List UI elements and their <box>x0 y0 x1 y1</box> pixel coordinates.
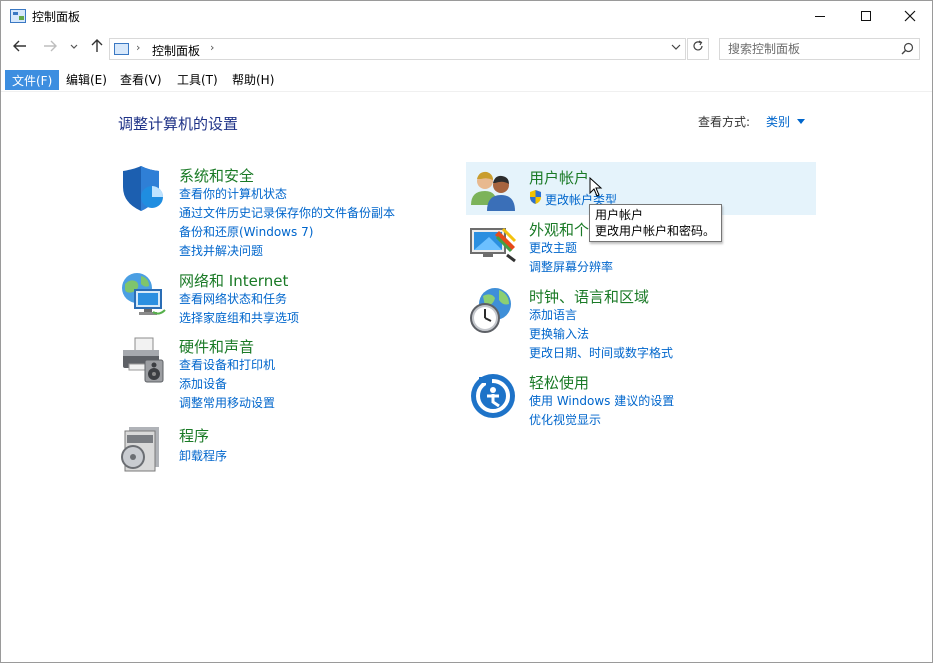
control-panel-window: 控制面板 › 控制面板 › 搜索控制面板 文件(F) 编辑(E) 查看(V) 工… <box>0 0 933 663</box>
address-dropdown-button[interactable] <box>671 41 681 54</box>
category-title[interactable]: 程序 <box>179 425 209 446</box>
link-view-computer-status[interactable]: 查看你的计算机状态 <box>179 185 287 202</box>
menu-file[interactable]: 文件(F) <box>5 70 60 90</box>
link-add-language[interactable]: 添加语言 <box>529 306 577 323</box>
category-title[interactable]: 外观和个 <box>529 219 589 240</box>
category-title[interactable]: 系统和安全 <box>179 165 254 186</box>
menu-view[interactable]: 查看(V) <box>114 70 168 90</box>
category-title[interactable]: 轻松使用 <box>529 372 589 393</box>
link-troubleshoot[interactable]: 查找并解决问题 <box>179 242 263 259</box>
menu-tools[interactable]: 工具(T) <box>171 70 224 90</box>
link-change-theme[interactable]: 更改主题 <box>529 239 577 256</box>
tooltip: 用户帐户 更改用户帐户和密码。 <box>589 204 722 242</box>
address-box[interactable]: › 控制面板 › <box>109 38 686 60</box>
printer-icon[interactable] <box>119 336 167 384</box>
back-arrow-icon <box>13 40 26 52</box>
link-network-status[interactable]: 查看网络状态和任务 <box>179 290 287 307</box>
view-by-label: 查看方式: <box>698 115 751 129</box>
forward-arrow-icon <box>44 40 57 52</box>
uac-shield-icon <box>530 190 541 204</box>
tooltip-title: 用户帐户 <box>595 208 644 222</box>
ease-of-access-icon[interactable] <box>469 372 517 420</box>
dropdown-caret-icon[interactable] <box>797 119 805 124</box>
recent-locations-button[interactable] <box>65 39 83 57</box>
close-button[interactable] <box>887 1 933 31</box>
search-input[interactable] <box>720 39 900 59</box>
menu-bar: 文件(F) 编辑(E) 查看(V) 工具(T) 帮助(H) <box>1 68 932 92</box>
link-uninstall-program[interactable]: 卸载程序 <box>179 447 227 464</box>
back-button[interactable] <box>11 39 29 57</box>
mouse-cursor-icon <box>589 177 603 197</box>
control-panel-icon <box>114 43 129 55</box>
link-backup-restore[interactable]: 备份和还原(Windows 7) <box>179 223 313 240</box>
category-title[interactable]: 时钟、语言和区域 <box>529 286 649 307</box>
address-bar-row: › 控制面板 › <box>1 33 932 63</box>
forward-button[interactable] <box>41 39 59 57</box>
link-homegroup-sharing[interactable]: 选择家庭组和共享选项 <box>179 309 299 326</box>
up-arrow-icon <box>91 39 103 52</box>
clock-globe-icon[interactable] <box>469 286 517 334</box>
link-optimize-visual-display[interactable]: 优化视觉显示 <box>529 411 601 428</box>
link-file-history-backup[interactable]: 通过文件历史记录保存你的文件备份副本 <box>179 204 395 221</box>
minimize-icon <box>815 15 825 17</box>
category-title[interactable]: 用户帐户 <box>529 167 589 188</box>
refresh-button[interactable] <box>687 38 709 60</box>
refresh-icon <box>693 40 703 51</box>
link-devices-printers[interactable]: 查看设备和打印机 <box>179 356 275 373</box>
title-bar[interactable]: 控制面板 <box>1 1 932 31</box>
programs-disc-icon[interactable] <box>119 425 167 473</box>
menu-edit[interactable]: 编辑(E) <box>60 70 113 90</box>
maximize-button[interactable] <box>843 1 889 31</box>
link-screen-resolution[interactable]: 调整屏幕分辨率 <box>529 258 613 275</box>
tooltip-description: 更改用户帐户和密码。 <box>595 224 716 238</box>
link-date-time-format[interactable]: 更改日期、时间或数字格式 <box>529 344 673 361</box>
close-icon <box>904 10 916 22</box>
category-title[interactable]: 网络和 Internet <box>179 270 288 291</box>
appearance-monitor-icon[interactable] <box>469 219 517 267</box>
view-by-dropdown[interactable]: 类别 <box>766 113 790 130</box>
breadcrumb-separator-icon[interactable]: › <box>210 41 214 54</box>
maximize-icon <box>861 11 871 21</box>
breadcrumb-control-panel[interactable]: 控制面板 <box>152 42 200 59</box>
network-globe-icon[interactable] <box>119 270 167 318</box>
window-title: 控制面板 <box>32 10 81 24</box>
menu-help[interactable]: 帮助(H) <box>226 70 280 90</box>
category-title[interactable]: 硬件和声音 <box>179 336 254 357</box>
control-panel-icon <box>10 9 26 23</box>
breadcrumb-separator-icon[interactable]: › <box>136 41 140 54</box>
link-windows-recommended-settings[interactable]: 使用 Windows 建议的设置 <box>529 392 674 409</box>
minimize-button[interactable] <box>797 1 843 31</box>
link-add-device[interactable]: 添加设备 <box>179 375 227 392</box>
chevron-down-icon <box>671 44 681 50</box>
shield-icon[interactable] <box>119 165 167 213</box>
search-box[interactable] <box>719 38 920 60</box>
search-icon[interactable] <box>901 42 914 55</box>
link-mobility-settings[interactable]: 调整常用移动设置 <box>179 394 275 411</box>
link-change-input-method[interactable]: 更换输入法 <box>529 325 589 342</box>
chevron-down-icon <box>70 44 78 49</box>
page-title: 调整计算机的设置 <box>118 115 239 133</box>
users-icon[interactable] <box>469 167 517 215</box>
up-button[interactable] <box>88 39 106 57</box>
